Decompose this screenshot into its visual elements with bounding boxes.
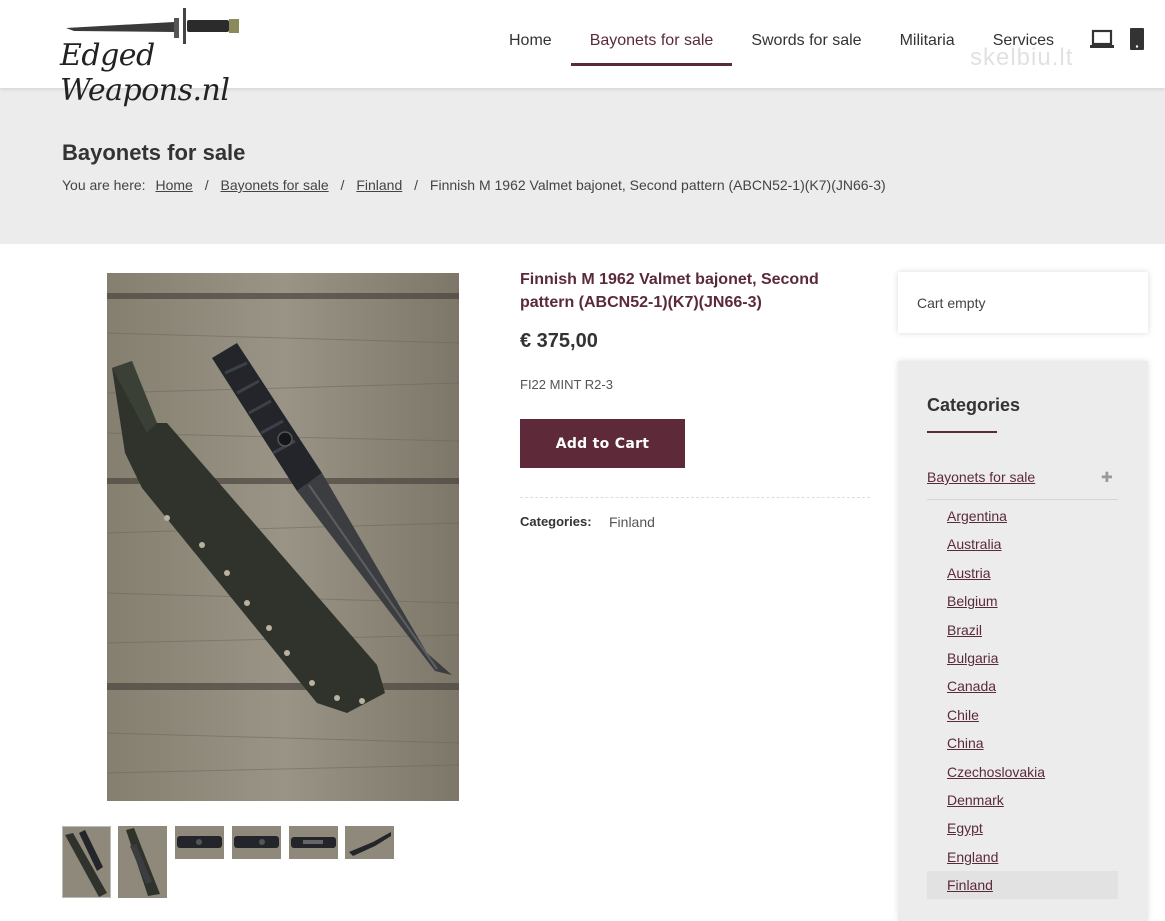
thumbnail[interactable] xyxy=(232,826,281,859)
category-item-belgium: Belgium xyxy=(927,587,1118,615)
breadcrumb-bayonets[interactable]: Bayonets for sale xyxy=(220,177,328,193)
category-link[interactable]: China xyxy=(947,735,984,751)
thumbnail[interactable] xyxy=(62,826,111,898)
breadcrumb-prefix: You are here: xyxy=(62,177,146,193)
category-link[interactable]: Chile xyxy=(947,707,979,723)
product-category-link[interactable]: Finland xyxy=(609,514,655,530)
category-bayonets-for-sale[interactable]: Bayonets for sale xyxy=(927,469,1035,485)
breadcrumb-separator: / xyxy=(340,177,345,193)
thumbnail[interactable] xyxy=(118,826,167,898)
category-item-canada: Canada xyxy=(927,672,1118,700)
category-link[interactable]: England xyxy=(947,849,998,865)
category-link[interactable]: Austria xyxy=(947,565,991,581)
category-link[interactable]: Canada xyxy=(947,678,996,694)
breadcrumb-separator: / xyxy=(204,177,209,193)
category-item-egypt: Egypt xyxy=(927,814,1118,842)
thumbnail[interactable] xyxy=(175,826,224,859)
category-item-austria: Austria xyxy=(927,559,1118,587)
cart-widget: Cart empty xyxy=(898,272,1148,333)
category-link[interactable]: Bulgaria xyxy=(947,650,998,666)
categories-label: Categories: xyxy=(520,514,592,529)
divider xyxy=(520,497,870,498)
page-title: Bayonets for sale xyxy=(62,140,246,165)
category-item-finland: Finland xyxy=(927,871,1118,900)
category-item-australia: Australia xyxy=(927,530,1118,558)
breadcrumb-current: Finnish M 1962 Valmet bajonet, Second pa… xyxy=(429,177,886,193)
thumbnail[interactable] xyxy=(345,826,394,859)
categories-title: Categories xyxy=(927,395,1021,415)
category-link[interactable]: Australia xyxy=(947,536,1001,552)
category-link[interactable]: Czechoslovakia xyxy=(947,764,1045,780)
laptop-icon[interactable] xyxy=(1090,28,1114,50)
category-item-bulgaria: Bulgaria xyxy=(927,644,1118,672)
category-link[interactable]: Finland xyxy=(947,877,993,893)
nav-swords-for-sale[interactable]: Swords for sale xyxy=(732,0,880,88)
category-link[interactable]: Argentina xyxy=(947,508,1007,524)
category-item-denmark: Denmark xyxy=(927,786,1118,814)
categories-widget: Categories Bayonets for sale ✚ Argentina… xyxy=(898,361,1148,921)
nav-bayonets-for-sale[interactable]: Bayonets for sale xyxy=(570,0,733,88)
category-link[interactable]: Brazil xyxy=(947,622,982,638)
logo-text: Edged Weapons.nl xyxy=(60,38,230,108)
category-item-china: China xyxy=(927,729,1118,757)
thumbnail[interactable] xyxy=(289,826,338,859)
country-category-list: Argentina Australia Austria Belgium Braz… xyxy=(927,502,1118,900)
breadcrumb-separator: / xyxy=(414,177,419,193)
breadcrumb-finland[interactable]: Finland xyxy=(356,177,402,193)
cart-status: Cart empty xyxy=(917,295,986,311)
product-title: Finnish M 1962 Valmet bajonet, Second pa… xyxy=(520,271,819,311)
tablet-icon[interactable] xyxy=(1129,28,1153,50)
site-header: Edged Weapons.nl Home Bayonets for sale … xyxy=(0,0,1165,108)
category-link[interactable]: Belgium xyxy=(947,593,998,609)
page-title-band: Bayonets for sale You are here: Home / B… xyxy=(0,88,1165,244)
category-item-czechoslovakia: Czechoslovakia xyxy=(927,758,1118,786)
breadcrumb: You are here: Home / Bayonets for sale /… xyxy=(62,177,886,193)
category-item-chile: Chile xyxy=(927,701,1118,729)
category-item-england: England xyxy=(927,843,1118,871)
site-logo[interactable]: Edged Weapons.nl xyxy=(60,6,250,108)
product-main-image[interactable] xyxy=(107,273,459,801)
title-underline xyxy=(927,431,997,433)
divider xyxy=(927,499,1118,500)
category-item-argentina: Argentina xyxy=(927,502,1118,530)
category-item-brazil: Brazil xyxy=(927,616,1118,644)
breadcrumb-home[interactable]: Home xyxy=(155,177,192,193)
nav-home[interactable]: Home xyxy=(490,0,571,88)
category-link[interactable]: Denmark xyxy=(947,792,1004,808)
product-price: € 375,00 xyxy=(520,330,598,352)
add-to-cart-button[interactable]: Add to Cart xyxy=(520,419,685,468)
product-sku: FI22 MINT R2-3 xyxy=(520,377,613,392)
category-link[interactable]: Egypt xyxy=(947,820,983,836)
nav-militaria[interactable]: Militaria xyxy=(881,0,974,88)
plus-icon[interactable]: ✚ xyxy=(1101,469,1113,486)
watermark: skelbiu.lt xyxy=(970,44,1074,71)
